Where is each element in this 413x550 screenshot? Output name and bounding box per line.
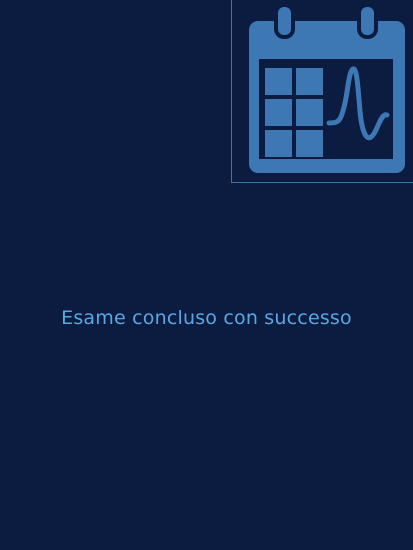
exam-result-screen: Esame concluso con successo xyxy=(0,0,413,550)
calendar-chart-icon xyxy=(249,3,405,173)
icon-panel xyxy=(231,0,413,183)
status-message: Esame concluso con successo xyxy=(61,307,352,329)
